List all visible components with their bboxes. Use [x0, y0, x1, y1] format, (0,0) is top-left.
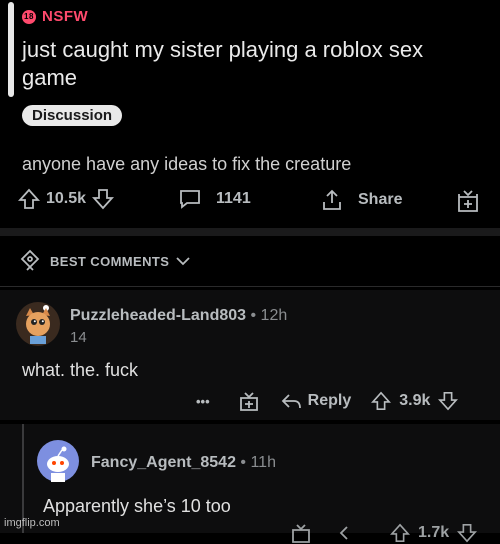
username[interactable]: Puzzleheaded-Land803 [70, 307, 246, 324]
chevron-down-icon [176, 257, 190, 266]
comment-bubble-icon [180, 190, 200, 209]
scrollbar[interactable] [8, 2, 14, 97]
rocket-icon [20, 249, 40, 271]
share-button[interactable]: Share [320, 188, 402, 212]
comment-actions-partial: 1.7k [290, 522, 478, 544]
gift-award-icon[interactable] [290, 522, 312, 544]
post-actions: 10.5k 1141 Share [0, 188, 500, 218]
post-vote-count: 10.5k [46, 190, 87, 207]
reply-button[interactable]: Reply [308, 392, 352, 410]
comment-vote-count: 1.7k [418, 524, 450, 541]
nsfw-badge-icon: 18 [22, 9, 36, 24]
upvote-icon[interactable] [371, 391, 392, 411]
post-title[interactable]: just caught my sister playing a roblox s… [22, 36, 482, 92]
section-divider [0, 228, 500, 236]
comment-vote-count: 3.9k [399, 392, 431, 409]
avatar[interactable] [16, 302, 60, 346]
comment-actions: ••• Reply 3.9k [196, 390, 459, 412]
downvote-icon[interactable] [92, 188, 115, 210]
downvote-icon[interactable] [438, 391, 459, 411]
comment: Puzzleheaded-Land803 • 12h 14 what. the.… [0, 290, 500, 420]
username[interactable]: Fancy_Agent_8542 [91, 454, 236, 471]
comment-age: 11h [250, 454, 276, 471]
sort-label: BEST COMMENTS [50, 253, 170, 269]
sort-dropdown[interactable]: BEST COMMENTS [18, 249, 199, 273]
reply-icon[interactable] [338, 524, 360, 542]
snoo-avatar-icon [47, 446, 69, 482]
post-card: 18 NSFW just caught my sister playing a … [0, 0, 500, 225]
watermark: imgflip.com [4, 517, 60, 529]
reply-icon[interactable] [280, 392, 302, 410]
vote-group: 10.5k [18, 188, 115, 210]
upvote-icon[interactable] [390, 523, 410, 543]
gift-award-icon[interactable] [238, 390, 260, 412]
comment-author[interactable]: Puzzleheaded-Land803 • 12h [70, 307, 287, 325]
more-options-icon[interactable]: ••• [196, 394, 210, 409]
comment-text: what. the. fuck [22, 360, 139, 380]
share-label: Share [358, 191, 403, 208]
comment-author[interactable]: Fancy_Agent_8542 • 11h [91, 454, 276, 472]
comment-text: Apparently she’s 10 too [43, 496, 231, 516]
post-body: anyone have any ideas to fix the creatur… [22, 154, 352, 174]
downvote-icon[interactable] [457, 523, 478, 543]
nsfw-tag: 18 NSFW [22, 8, 88, 25]
avatar[interactable] [37, 440, 79, 482]
nsfw-label: NSFW [42, 8, 89, 25]
post-flair[interactable]: Discussion [22, 105, 123, 126]
award-button[interactable] [455, 188, 481, 214]
gift-award-icon [458, 190, 478, 212]
comment-age: 12h [260, 307, 288, 324]
sort-bar: BEST COMMENTS [0, 236, 500, 287]
cat-avatar-icon [26, 305, 50, 344]
share-icon [323, 189, 341, 210]
upvote-icon[interactable] [18, 188, 40, 210]
comments-button[interactable]: 1141 [178, 188, 251, 210]
comment-count: 1141 [216, 190, 251, 207]
reply-comment: Fancy_Agent_8542 • 11h Apparently she’s … [0, 424, 500, 543]
comment-score: 14 [70, 329, 87, 346]
